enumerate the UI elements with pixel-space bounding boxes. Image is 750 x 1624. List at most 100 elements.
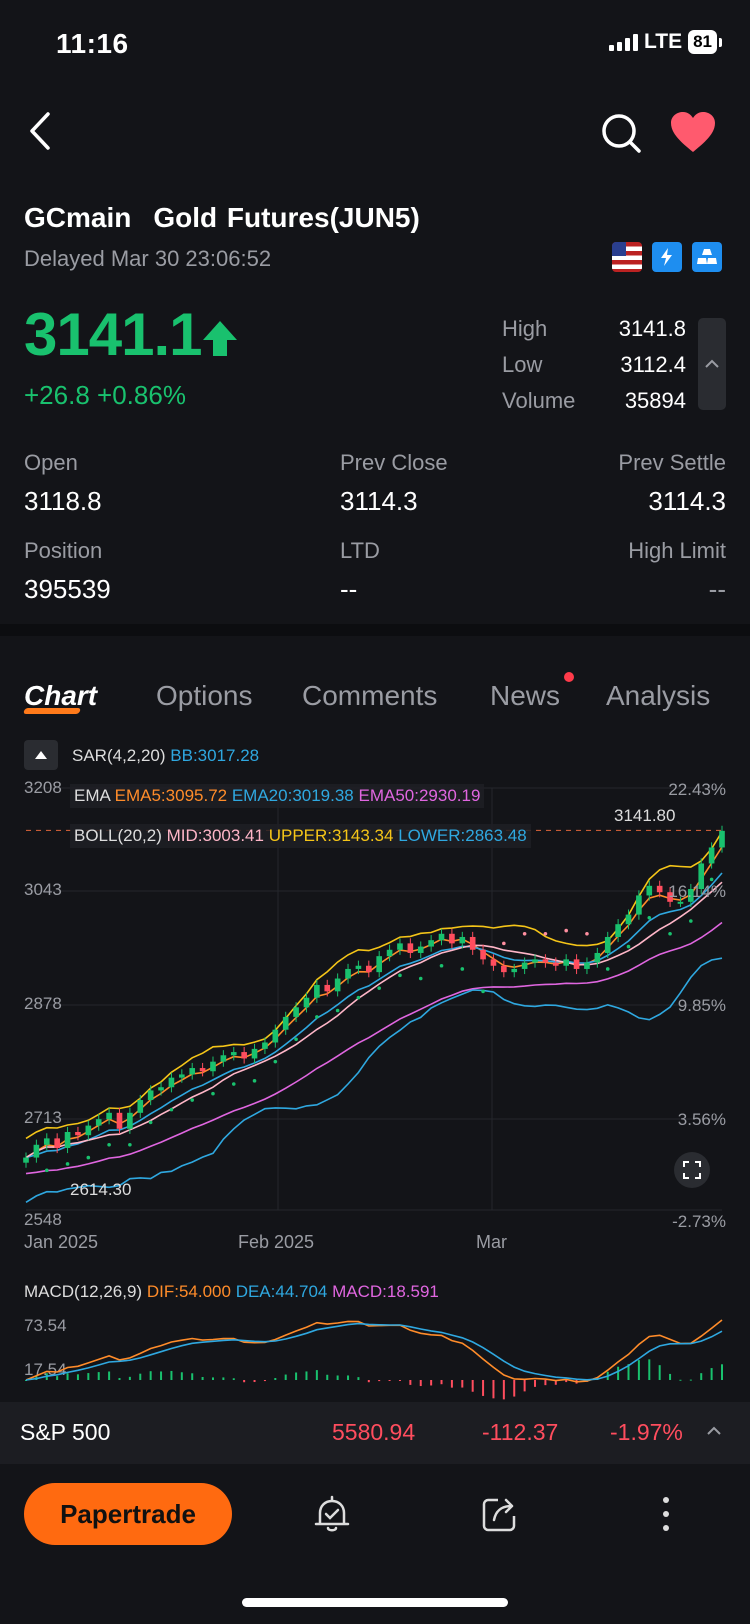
- macd-bar: [87, 1373, 90, 1380]
- candle-body: [469, 936, 476, 950]
- sar-dot: [148, 1120, 153, 1125]
- change-value: +26.8: [24, 380, 90, 410]
- delayed-timestamp: Delayed Mar 30 23:06:52: [24, 246, 272, 271]
- chevron-up-icon: [705, 359, 719, 368]
- tab-analysis[interactable]: Analysis: [606, 680, 710, 712]
- candle-body: [262, 1042, 268, 1049]
- candle-body: [428, 940, 434, 947]
- candle-body: [563, 959, 569, 966]
- prev-settle-label: Prev Settle: [618, 450, 726, 475]
- ticker-price: 5580.94: [332, 1419, 416, 1445]
- tab-news[interactable]: News: [490, 680, 560, 712]
- macd-bar: [222, 1377, 225, 1380]
- y-tick-left: 2878: [24, 994, 62, 1013]
- macd-bar: [492, 1380, 495, 1399]
- series-line-lower: [25, 957, 723, 1203]
- candle-body: [708, 847, 715, 864]
- macd-bar: [326, 1374, 329, 1380]
- candle-body: [355, 965, 362, 969]
- candle-body: [127, 1112, 133, 1129]
- sar-dot: [107, 1142, 111, 1147]
- candle-body: [365, 965, 372, 973]
- candle-body: [459, 936, 466, 944]
- candle-body: [345, 968, 351, 979]
- sar-dot: [86, 1155, 91, 1160]
- candle-body: [293, 1007, 299, 1017]
- tab-comments[interactable]: Comments: [302, 680, 437, 712]
- candle-body: [719, 830, 725, 848]
- x-tick: Jan 2025: [24, 1232, 99, 1252]
- candle-body: [241, 1052, 247, 1059]
- macd-bar: [180, 1372, 183, 1380]
- candle-body: [521, 962, 528, 969]
- sar-dot: [689, 919, 693, 923]
- ltd-value: --: [340, 574, 358, 604]
- macd-bar: [419, 1380, 422, 1387]
- sar-dot: [169, 1107, 174, 1112]
- prev-close-value: 3114.3: [340, 486, 418, 516]
- candle-body: [417, 946, 424, 953]
- candle-body: [189, 1068, 196, 1075]
- macd-bar: [56, 1376, 59, 1380]
- candle-body: [116, 1112, 123, 1129]
- more-button[interactable]: [644, 1492, 688, 1536]
- y-tick-right: 16.14%: [668, 882, 726, 901]
- candle-body: [625, 914, 632, 925]
- candle-body: [106, 1112, 112, 1120]
- macd-bar: [648, 1359, 651, 1380]
- up-arrow-icon: [200, 318, 240, 358]
- candle-body: [376, 956, 383, 973]
- candle-body: [584, 962, 590, 969]
- boll-mid-value: MID:3003.41: [166, 826, 264, 845]
- series-line-ema5: [25, 846, 723, 1159]
- boll-upper-value: UPPER:3143.34: [268, 826, 394, 845]
- candle-body: [386, 949, 393, 957]
- volume-value: 35894: [624, 388, 686, 413]
- volume-label: Volume: [502, 388, 576, 413]
- prev-close-label: Prev Close: [340, 450, 448, 475]
- sar-dot: [668, 931, 672, 936]
- page-title: GCmain Gold Futures(JUN5): [24, 202, 420, 234]
- favorite-button[interactable]: [668, 110, 718, 156]
- boll-label: BOLL(20,2): [74, 826, 162, 845]
- macd-bar: [211, 1377, 214, 1380]
- signal-icon: [608, 33, 638, 51]
- macd-bar: [284, 1374, 287, 1380]
- ticker-expand-button[interactable]: [706, 1420, 722, 1443]
- section-divider: [0, 624, 750, 636]
- sar-dot: [418, 976, 423, 981]
- search-button[interactable]: [598, 110, 644, 156]
- macd-bar: [243, 1380, 246, 1383]
- candle-body: [438, 933, 445, 941]
- sar-dot: [564, 928, 568, 933]
- battery-level: 81: [688, 30, 717, 54]
- boll-lower-value: LOWER:2863.48: [398, 826, 527, 845]
- ema50-value: EMA50:2930.19: [358, 786, 481, 805]
- macd-legend: MACD(12,26,9) DIF:54.000 DEA:44.704 MACD…: [24, 1282, 439, 1302]
- heart-icon: [671, 112, 715, 152]
- fullscreen-button[interactable]: [674, 1152, 710, 1188]
- sar-dot: [398, 973, 402, 978]
- macd-bar: [398, 1380, 401, 1381]
- candle-body: [594, 952, 601, 963]
- macd-bar: [357, 1377, 360, 1380]
- badges: [612, 242, 722, 272]
- macd-bar: [710, 1368, 713, 1380]
- papertrade-button[interactable]: Papertrade: [24, 1483, 232, 1545]
- back-button[interactable]: [22, 108, 62, 154]
- more-icon: [663, 1497, 669, 1531]
- candle-body: [480, 949, 486, 960]
- candle-body: [95, 1119, 102, 1126]
- macd-bar: [658, 1365, 661, 1380]
- collapse-stats-button[interactable]: [698, 318, 726, 410]
- tab-options[interactable]: Options: [156, 680, 253, 712]
- macd-bar: [669, 1373, 672, 1380]
- ticker-change: -112.37: [482, 1419, 559, 1445]
- share-button[interactable]: [478, 1492, 522, 1536]
- indicator-toggle-button[interactable]: [24, 740, 58, 770]
- y-tick-right: 22.43%: [668, 780, 726, 799]
- alert-button[interactable]: [310, 1492, 354, 1536]
- sar-dot: [522, 931, 527, 936]
- change-percent: +0.86%: [97, 380, 186, 410]
- macd-bar: [66, 1373, 69, 1380]
